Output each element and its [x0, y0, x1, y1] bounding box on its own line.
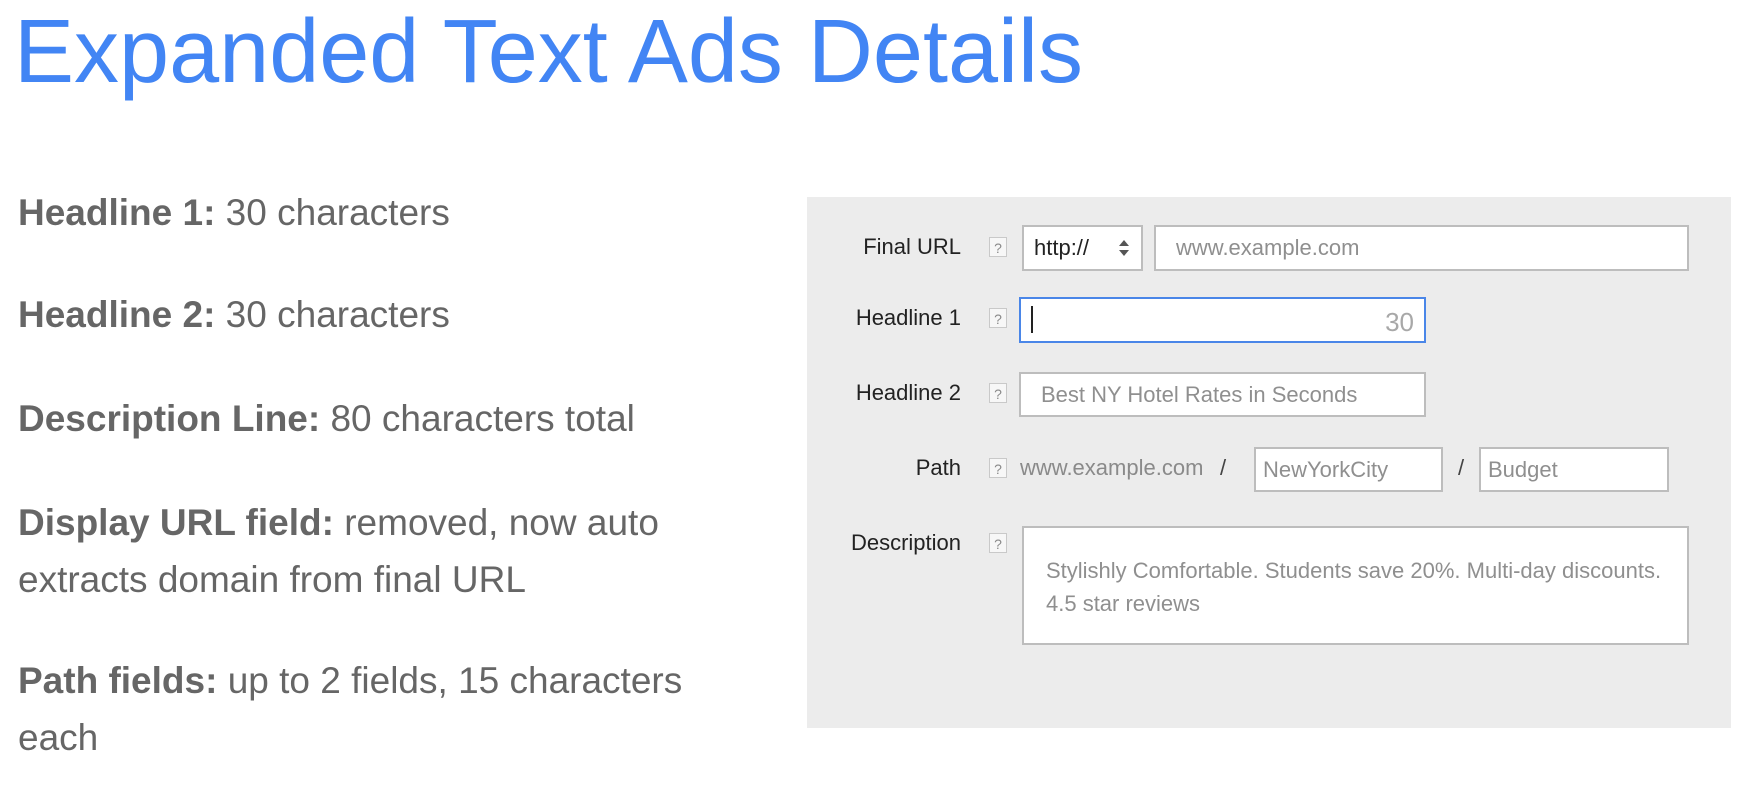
- bullet-label: Description Line:: [18, 398, 321, 439]
- headline-2-label: Headline 2: [855, 380, 961, 405]
- headline-1-label: Headline 1: [855, 305, 961, 330]
- final-url-help-icon[interactable]: ?: [989, 237, 1007, 257]
- protocol-select[interactable]: http://: [1022, 225, 1143, 271]
- bullet-label: Path fields:: [18, 660, 218, 701]
- bullet-display-url-field: Display URL field: removed, now auto ext…: [18, 494, 718, 608]
- headline-2-input[interactable]: Best NY Hotel Rates in Seconds: [1019, 372, 1426, 417]
- description-textarea[interactable]: Stylishly Comfortable. Students save 20%…: [1022, 526, 1689, 645]
- headline-1-help-icon[interactable]: ?: [989, 308, 1007, 328]
- bullet-path-fields: Path fields: up to 2 fields, 15 characte…: [18, 652, 718, 766]
- description-help-icon[interactable]: ?: [989, 533, 1007, 553]
- headline-1-char-counter: 30: [1385, 307, 1414, 337]
- bullet-label: Headline 2:: [18, 294, 216, 335]
- final-url-label: Final URL: [863, 234, 961, 259]
- headline-2-placeholder: Best NY Hotel Rates in Seconds: [1041, 382, 1358, 407]
- path-2-placeholder: Budget: [1488, 457, 1558, 482]
- path-domain-prefix: www.example.com: [1020, 455, 1204, 480]
- bullet-text: 30 characters: [215, 294, 450, 335]
- bullet-headline-1: Headline 1: 30 characters: [18, 184, 718, 241]
- ad-form-panel: Final URL ? http:// www.example.com Head…: [807, 197, 1731, 728]
- headline-2-help-icon[interactable]: ?: [989, 383, 1007, 403]
- bullet-text: 80 characters total: [320, 398, 635, 439]
- path-1-input[interactable]: NewYorkCity: [1254, 447, 1443, 492]
- path-separator: /: [1220, 455, 1227, 480]
- path-separator: /: [1458, 455, 1465, 480]
- path-1-placeholder: NewYorkCity: [1263, 457, 1389, 482]
- page-title: Expanded Text Ads Details: [14, 2, 1084, 102]
- select-arrows-icon: [1119, 240, 1129, 256]
- headline-1-input[interactable]: 30: [1019, 297, 1426, 343]
- bullet-label: Headline 1:: [18, 192, 216, 233]
- final-url-input[interactable]: www.example.com: [1154, 225, 1689, 271]
- description-placeholder: Stylishly Comfortable. Students save 20%…: [1046, 558, 1662, 616]
- path-2-input[interactable]: Budget: [1479, 447, 1669, 492]
- final-url-placeholder: www.example.com: [1176, 235, 1360, 260]
- bullet-description-line: Description Line: 80 characters total: [18, 390, 718, 447]
- protocol-select-value: http://: [1034, 235, 1090, 260]
- bullet-label: Display URL field:: [18, 502, 334, 543]
- path-label: Path: [915, 455, 961, 480]
- description-label: Description: [850, 530, 961, 555]
- bullet-text: 30 characters: [215, 192, 450, 233]
- bullet-headline-2: Headline 2: 30 characters: [18, 286, 718, 343]
- text-cursor: [1031, 306, 1033, 333]
- path-help-icon[interactable]: ?: [989, 458, 1007, 478]
